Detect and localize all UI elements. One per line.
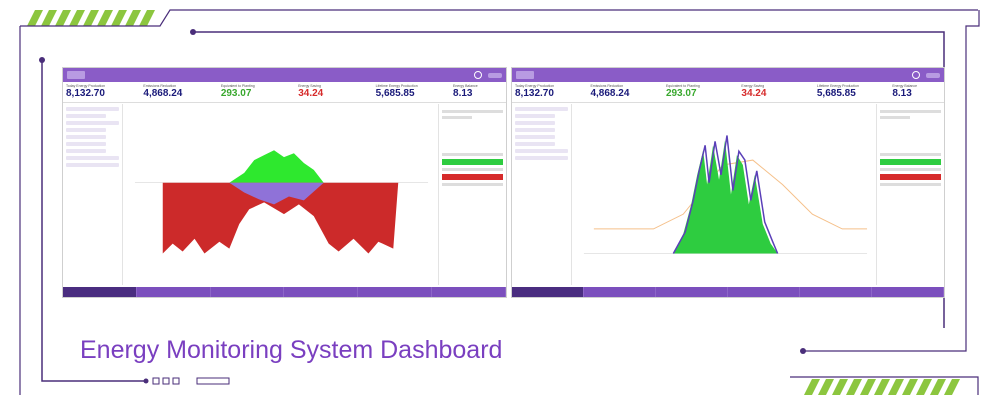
top-bar <box>512 68 944 82</box>
stats-row: Today Energy Production 8,132.70 Emission… <box>512 83 944 103</box>
bottom-nav <box>512 287 944 297</box>
production-area <box>229 150 324 183</box>
stat-lifetime: Lifetime Energy Production 5,685.85 <box>375 84 418 99</box>
nav-tab[interactable] <box>432 287 506 297</box>
stat-today-energy: Today Energy Production 8,132.70 <box>66 84 106 99</box>
user-menu[interactable] <box>488 72 502 78</box>
page-caption: Energy Monitoring System Dashboard <box>80 336 503 364</box>
stat-balance: Energy Balance 8.13 <box>892 84 918 99</box>
stats-row: Today Energy Production 8,132.70 Emission… <box>63 83 506 103</box>
stat-emissions: Emissions Reduction 4,868.24 <box>143 84 183 99</box>
nav-tab[interactable] <box>728 287 800 297</box>
help-icon[interactable] <box>912 71 920 79</box>
bottom-nav <box>63 287 506 297</box>
user-menu[interactable] <box>926 72 940 78</box>
stat-planting: Equivalent to Planting 293.07 <box>220 84 255 99</box>
stat-energy-saving: Energy Saving 34.24 <box>298 84 324 99</box>
nav-tab[interactable] <box>512 287 584 297</box>
stat-balance: Energy Balance 8.13 <box>453 84 478 99</box>
bottom-right-stripes <box>804 379 960 395</box>
help-icon[interactable] <box>474 71 482 79</box>
top-bar <box>63 68 506 82</box>
stat-energy-saving: Energy Saving 34.24 <box>741 84 767 99</box>
nav-tab[interactable] <box>800 287 872 297</box>
dashboard-screenshot-production: Today Energy Production 8,132.70 Emission… <box>511 67 945 298</box>
left-panel <box>512 104 572 285</box>
logo <box>516 71 534 79</box>
stat-today-energy: Today Energy Production 8,132.70 <box>515 84 555 99</box>
nav-tab[interactable] <box>63 287 137 297</box>
nav-tab[interactable] <box>284 287 359 297</box>
nav-tab[interactable] <box>358 287 433 297</box>
nav-tab[interactable] <box>872 287 944 297</box>
production-chart <box>574 106 874 283</box>
consumption-chart <box>125 106 436 283</box>
right-panel <box>438 104 506 285</box>
dashboard-screenshot-consumption: Today Energy Production 8,132.70 Emission… <box>62 67 507 298</box>
nav-tab[interactable] <box>211 287 285 297</box>
nav-tab[interactable] <box>584 287 656 297</box>
right-panel <box>876 104 944 285</box>
nav-tab[interactable] <box>656 287 728 297</box>
logo <box>67 71 85 79</box>
left-panel <box>63 104 123 285</box>
nav-tab[interactable] <box>137 287 211 297</box>
stat-planting: Equivalent to Planting 293.07 <box>665 84 700 99</box>
stat-lifetime: Lifetime Energy Production 5,685.85 <box>816 84 859 99</box>
stat-emissions: Emissions Reduction 4,868.24 <box>590 84 630 99</box>
production-peaks <box>673 140 778 254</box>
top-left-stripes <box>27 10 155 26</box>
